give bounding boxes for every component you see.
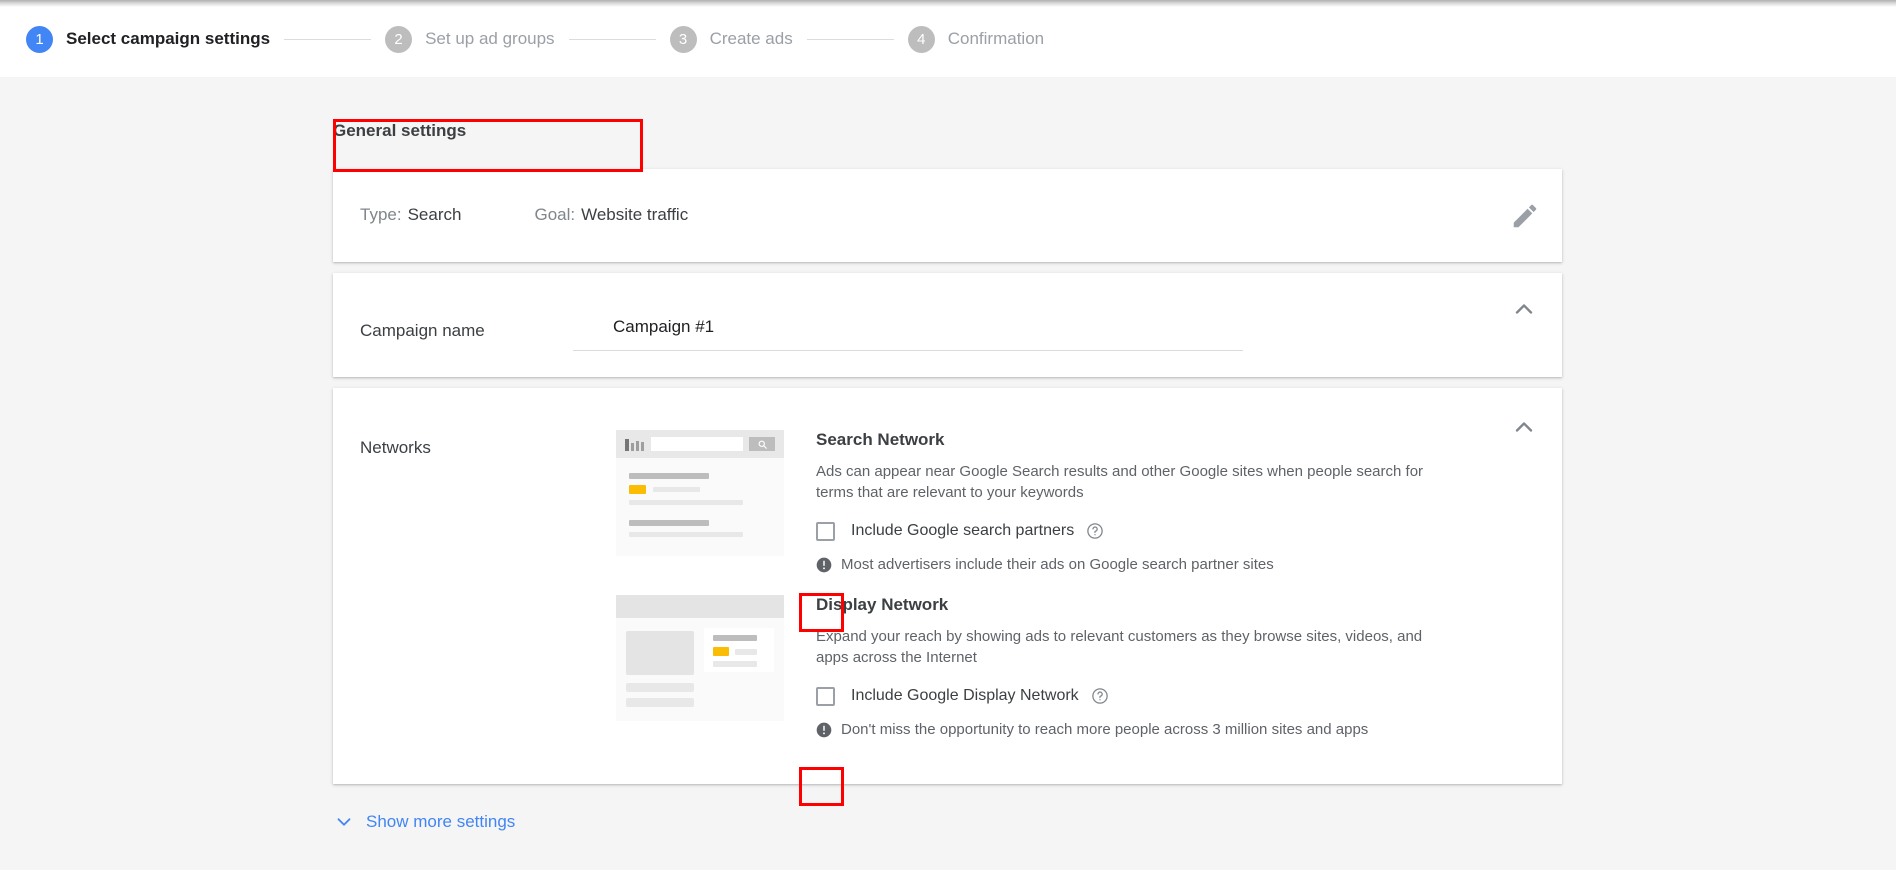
thumb-page-header [616, 595, 784, 618]
search-partners-row: Include Google search partners [816, 517, 1376, 545]
show-more-settings-link[interactable]: Show more settings [333, 811, 515, 833]
thumb-result-url-1 [653, 487, 700, 492]
networks-label: Networks [360, 438, 431, 457]
step-2-number: 2 [385, 25, 413, 53]
main-content: General settings Type: Search Goal: Webs… [0, 77, 1896, 870]
display-network-text: Display Network Expand your reach by sho… [816, 595, 1422, 738]
step-2[interactable]: 2 Set up ad groups [385, 22, 555, 56]
chevron-up-icon-networks[interactable] [1510, 413, 1538, 441]
step-4-label: Confirmation [947, 29, 1045, 48]
step-connector-1 [284, 38, 372, 40]
thumb-result-title-1 [629, 473, 709, 479]
chevron-up-icon-campaign-name[interactable] [1510, 295, 1538, 323]
step-connector-2 [568, 38, 656, 40]
campaign-name-card: Campaign name [333, 273, 1562, 377]
help-circle-icon-search[interactable] [1086, 522, 1104, 540]
campaign-name-field-wrap [573, 301, 1243, 355]
thumb-result-desc-2 [629, 532, 743, 537]
thumb-result-title-2 [629, 520, 709, 526]
display-network-checkbox[interactable] [816, 686, 835, 706]
display-network-note: Don't miss the opportunity to reach more… [816, 721, 1376, 738]
thumb-search-input [651, 437, 743, 451]
help-circle-icon-display[interactable] [1091, 687, 1109, 705]
thumb-ad-card [704, 628, 774, 672]
search-partners-checkbox[interactable] [816, 521, 835, 541]
search-network-description: Ads can appear near Google Search result… [816, 463, 1424, 501]
type-goal-summary: Type: Search Goal: Website traffic [360, 205, 688, 225]
step-connector-3 [806, 38, 894, 40]
step-3[interactable]: 3 Create ads [669, 22, 793, 56]
info-icon-search [816, 557, 832, 573]
type-value: Search [407, 205, 462, 224]
search-partners-label: Include Google search partners [851, 522, 1075, 539]
type-goal-card: Type: Search Goal: Website traffic [333, 169, 1562, 262]
display-network-label: Include Google Display Network [851, 687, 1079, 704]
networks-card: Networks Search Network Ads can appear n… [333, 388, 1562, 784]
type-label: Type: [360, 205, 402, 224]
pencil-icon[interactable] [1510, 201, 1540, 231]
display-network-row: Include Google Display Network [816, 682, 1376, 710]
step-3-label: Create ads [709, 29, 793, 48]
thumb-search-icon [749, 437, 775, 451]
step-4-number: 4 [907, 25, 935, 53]
step-1-number: 1 [26, 25, 53, 53]
campaign-name-input[interactable] [573, 313, 903, 341]
thumb-result-desc-1 [629, 500, 743, 505]
goal-value: Website traffic [581, 205, 689, 224]
step-3-number: 3 [669, 25, 697, 53]
page-title: General settings [333, 121, 467, 140]
thumb-content-line-2 [626, 698, 694, 707]
info-icon-display [816, 722, 832, 738]
step-1[interactable]: 1 Select campaign settings [26, 22, 270, 56]
campaign-name-label: Campaign name [360, 321, 485, 340]
search-network-title: Search Network [816, 430, 945, 449]
thumb-content-block [626, 631, 694, 675]
step-4[interactable]: 4 Confirmation [907, 22, 1045, 56]
search-network-note-text: Most advertisers include their ads on Go… [841, 556, 1274, 573]
display-network-description: Expand your reach by showing ads to rele… [816, 628, 1423, 666]
search-network-note: Most advertisers include their ads on Go… [816, 556, 1376, 573]
thumb-logo-icon [625, 439, 644, 451]
step-1-label: Select campaign settings [66, 29, 271, 48]
goal-label: Goal: [534, 205, 576, 224]
thumb-content-line-1 [626, 683, 694, 692]
step-2-label: Set up ad groups [425, 29, 555, 48]
show-more-settings-label: Show more settings [366, 812, 516, 831]
search-network-thumbnail [616, 430, 784, 556]
stepper: 1 Select campaign settings 2 Set up ad g… [26, 22, 1044, 56]
input-underline [573, 350, 1243, 351]
display-network-thumbnail [616, 595, 784, 721]
display-network-title: Display Network [816, 595, 949, 614]
thumb-ad-badge [629, 485, 646, 494]
search-network-text: Search Network Ads can appear near Googl… [816, 430, 1423, 573]
stepper-bar: 1 Select campaign settings 2 Set up ad g… [0, 0, 1896, 77]
display-network-note-text: Don't miss the opportunity to reach more… [841, 721, 1369, 738]
chevron-down-icon [333, 811, 355, 833]
